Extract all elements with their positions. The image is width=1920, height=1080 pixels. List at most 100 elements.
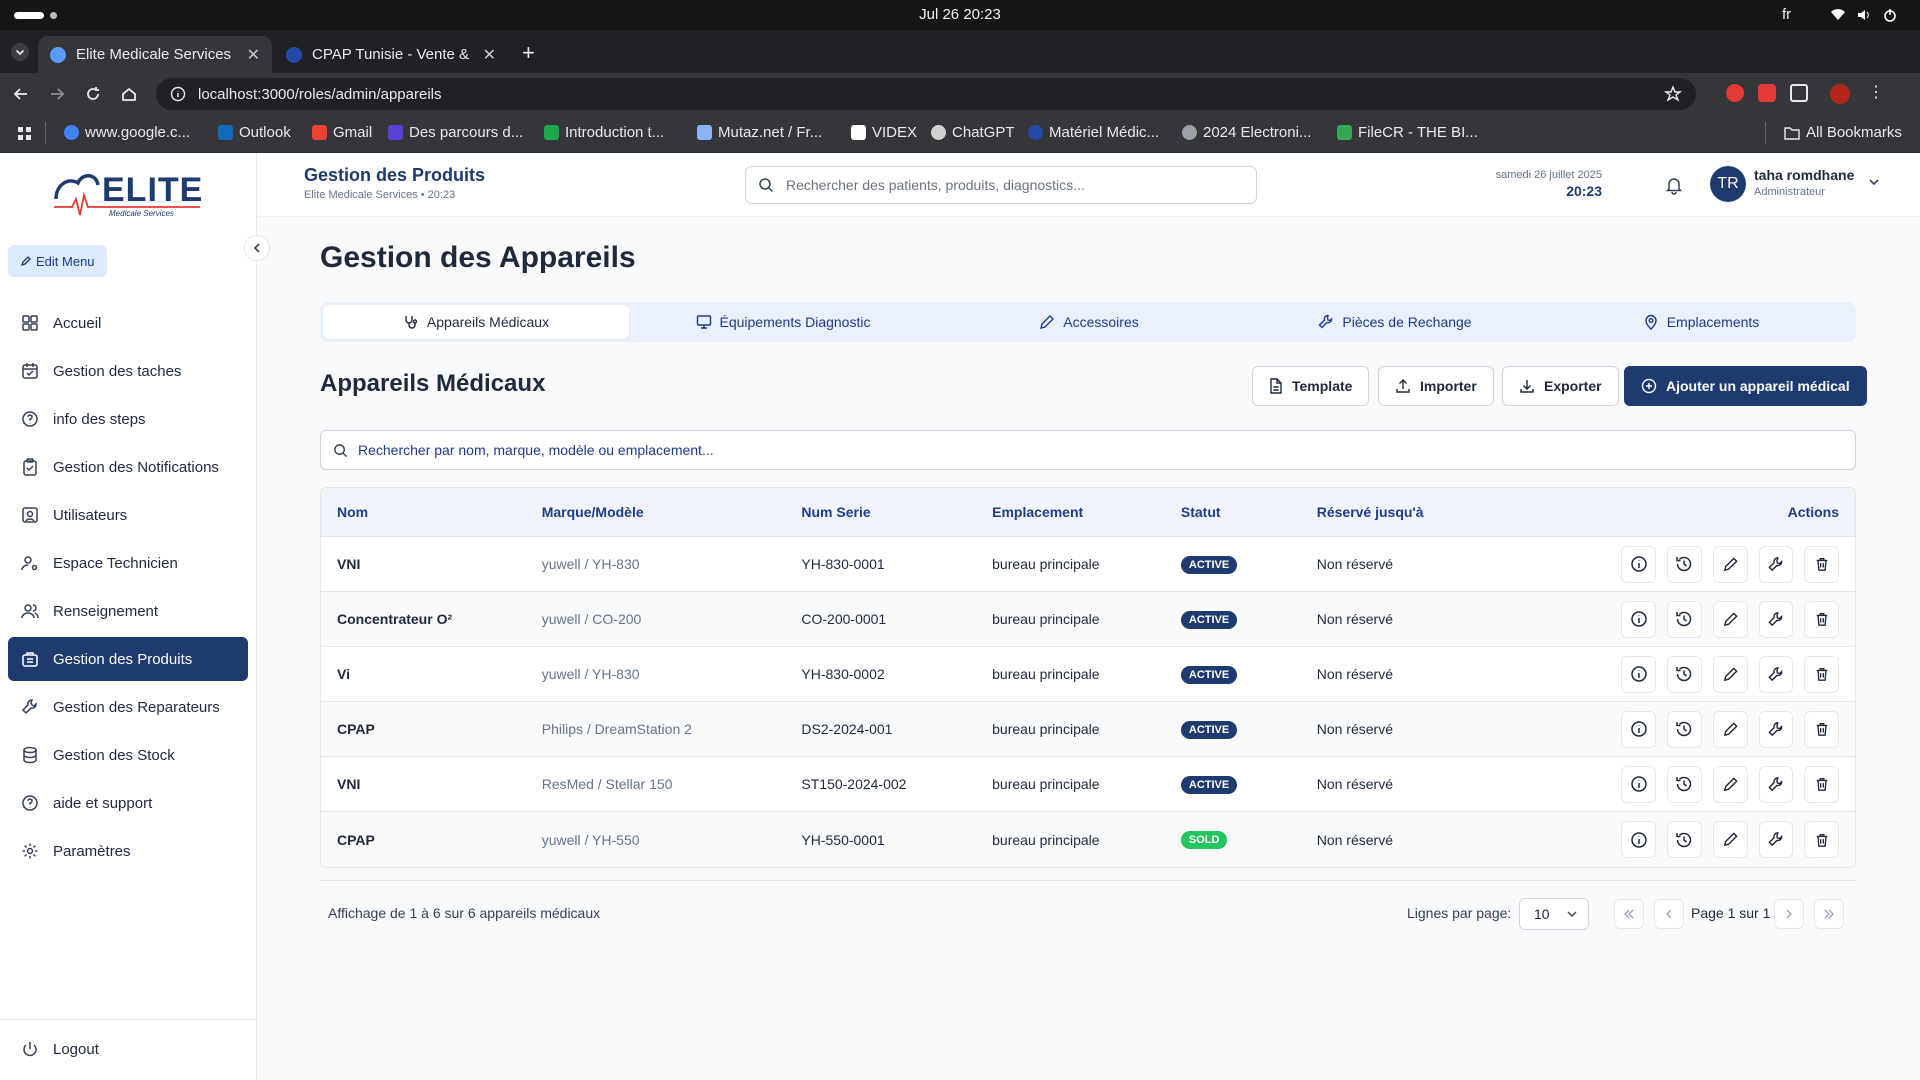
history-button[interactable] bbox=[1667, 600, 1702, 638]
add-device-button[interactable]: Ajouter un appareil médical bbox=[1624, 366, 1867, 406]
back-icon[interactable] bbox=[12, 85, 30, 103]
first-page-button[interactable] bbox=[1614, 899, 1644, 929]
tab-equipements-diagnostic[interactable]: Équipements Diagnostic bbox=[630, 305, 936, 339]
global-search-input[interactable]: Rechercher des patients, produits, diagn… bbox=[745, 166, 1257, 204]
bookmark-materiel[interactable]: Matériel Médic... bbox=[1028, 124, 1159, 141]
edit-button[interactable] bbox=[1712, 821, 1748, 858]
repair-button[interactable] bbox=[1758, 821, 1794, 858]
import-button[interactable]: Importer bbox=[1378, 366, 1494, 406]
delete-button[interactable] bbox=[1804, 600, 1839, 638]
bookmark-google[interactable]: www.google.c... bbox=[64, 124, 190, 141]
delete-button[interactable] bbox=[1804, 545, 1839, 583]
view-details-button[interactable] bbox=[1621, 765, 1657, 803]
repair-button[interactable] bbox=[1758, 655, 1794, 693]
table-row[interactable]: Concentrateur O² yuwell / CO-200 CO-200-00… bbox=[321, 592, 1855, 647]
view-details-button[interactable] bbox=[1621, 710, 1657, 748]
edit-menu-button[interactable]: Edit Menu bbox=[8, 245, 107, 277]
sidebar-item-aide[interactable]: aide et support bbox=[8, 781, 248, 825]
bookmark-chatgpt[interactable]: ChatGPT bbox=[931, 124, 1015, 141]
view-details-button[interactable] bbox=[1621, 821, 1657, 858]
history-button[interactable] bbox=[1667, 545, 1702, 583]
table-row[interactable]: CPAP Philips / DreamStation 2 DS2-2024-001… bbox=[321, 702, 1855, 757]
browser-menu-icon[interactable]: ⋮ bbox=[1868, 84, 1884, 104]
view-details-button[interactable] bbox=[1621, 545, 1657, 583]
sidebar-item-produits[interactable]: Gestion des Produits bbox=[8, 637, 248, 681]
sidebar-item-parametres[interactable]: Paramètres bbox=[8, 829, 248, 873]
last-page-button[interactable] bbox=[1814, 899, 1844, 929]
tab-pieces-rechange[interactable]: Pièces de Rechange bbox=[1242, 305, 1548, 339]
tab-search-icon[interactable] bbox=[11, 43, 29, 61]
delete-button[interactable] bbox=[1804, 765, 1839, 803]
next-page-button[interactable] bbox=[1774, 899, 1804, 929]
system-tray[interactable] bbox=[1830, 7, 1898, 23]
column-header[interactable]: Réservé jusqu'à bbox=[1301, 504, 1606, 520]
table-row[interactable]: VNI yuwell / YH-830 YH-830-0001 bureau prin… bbox=[321, 537, 1855, 592]
repair-button[interactable] bbox=[1758, 765, 1794, 803]
edit-button[interactable] bbox=[1712, 655, 1748, 693]
delete-button[interactable] bbox=[1804, 821, 1839, 858]
column-header[interactable]: Statut bbox=[1165, 504, 1301, 520]
browser-tab-elite[interactable]: Elite Medicale Services | ✕ bbox=[38, 36, 272, 73]
sidebar-item-technicien[interactable]: Espace Technicien bbox=[8, 541, 248, 585]
bookmark-parcours[interactable]: Des parcours d... bbox=[388, 124, 523, 141]
device-search-input[interactable]: Rechercher par nom, marque, modèle ou em… bbox=[320, 430, 1856, 470]
tab-emplacements[interactable]: Emplacements bbox=[1548, 305, 1854, 339]
close-tab-icon[interactable]: ✕ bbox=[247, 45, 260, 65]
extension-red-icon[interactable] bbox=[1726, 84, 1744, 102]
edit-button[interactable] bbox=[1712, 710, 1748, 748]
history-button[interactable] bbox=[1667, 821, 1702, 858]
bookmark-outlook[interactable]: Outlook bbox=[218, 124, 291, 141]
bell-icon[interactable] bbox=[1664, 175, 1684, 195]
bookmark-filecr[interactable]: FileCR - THE BI... bbox=[1337, 124, 1478, 141]
table-row[interactable]: VNI ResMed / Stellar 150 ST150-2024-002 bur… bbox=[321, 757, 1855, 812]
site-info-icon[interactable] bbox=[170, 86, 186, 102]
chevron-down-icon[interactable] bbox=[1867, 175, 1881, 189]
repair-button[interactable] bbox=[1758, 600, 1794, 638]
edit-button[interactable] bbox=[1712, 545, 1748, 583]
bookmark-electroni[interactable]: 2024 Electroni... bbox=[1182, 124, 1311, 141]
sidebar-item-renseignement[interactable]: Renseignement bbox=[8, 589, 248, 633]
column-header[interactable]: Num Serie bbox=[785, 504, 976, 520]
extension-ext-icon[interactable] bbox=[1758, 84, 1776, 102]
all-bookmarks[interactable]: All Bookmarks bbox=[1784, 124, 1902, 141]
tab-accessoires[interactable]: Accessoires bbox=[936, 305, 1242, 339]
history-button[interactable] bbox=[1667, 655, 1702, 693]
logout-button[interactable]: Logout bbox=[21, 1040, 99, 1058]
collapse-sidebar-button[interactable] bbox=[244, 235, 270, 261]
edit-button[interactable] bbox=[1712, 600, 1748, 638]
avatar[interactable]: TR bbox=[1710, 166, 1746, 202]
tab-appareils-medicaux[interactable]: Appareils Médicaux bbox=[323, 305, 629, 339]
repair-button[interactable] bbox=[1758, 545, 1794, 583]
view-details-button[interactable] bbox=[1621, 600, 1657, 638]
view-details-button[interactable] bbox=[1621, 655, 1657, 693]
table-row[interactable]: CPAP yuwell / YH-550 YH-550-0001 bureau pri… bbox=[321, 812, 1855, 867]
reload-icon[interactable] bbox=[84, 85, 102, 103]
column-header[interactable]: Marque/Modèle bbox=[526, 504, 786, 520]
delete-button[interactable] bbox=[1804, 710, 1839, 748]
bookmark-introduction[interactable]: Introduction t... bbox=[544, 124, 664, 141]
sidebar-item-stock[interactable]: Gestion des Stock bbox=[8, 733, 248, 777]
extensions-puzzle-icon[interactable] bbox=[1790, 84, 1808, 102]
sidebar-item-accueil[interactable]: Accueil bbox=[8, 301, 248, 345]
edit-button[interactable] bbox=[1712, 765, 1748, 803]
elite-logo[interactable]: ELITE Medicale Services bbox=[52, 169, 202, 225]
sidebar-item-utilisateurs[interactable]: Utilisateurs bbox=[8, 493, 248, 537]
export-button[interactable]: Exporter bbox=[1502, 366, 1619, 406]
sidebar-item-reparateurs[interactable]: Gestion des Reparateurs bbox=[8, 685, 248, 729]
sidebar-item-taches[interactable]: Gestion des taches bbox=[8, 349, 248, 393]
close-tab-icon[interactable]: ✕ bbox=[483, 45, 496, 65]
column-header[interactable]: Nom bbox=[321, 504, 526, 520]
browser-tab-cpap[interactable]: CPAP Tunisie - Vente & Lo ✕ bbox=[274, 36, 508, 73]
table-row[interactable]: Vi yuwell / YH-830 YH-830-0002 bureau princ… bbox=[321, 647, 1855, 702]
bookmark-mutaz[interactable]: Mutaz.net / Fr... bbox=[697, 124, 822, 141]
sidebar-item-notifications[interactable]: Gestion des Notifications bbox=[8, 445, 248, 489]
bookmark-star-icon[interactable] bbox=[1664, 85, 1682, 103]
bookmark-videx[interactable]: VIDEX bbox=[851, 124, 917, 141]
address-bar[interactable]: localhost:3000/roles/admin/appareils bbox=[156, 78, 1696, 110]
home-icon[interactable] bbox=[120, 85, 138, 103]
delete-button[interactable] bbox=[1804, 655, 1839, 693]
new-tab-plus-icon[interactable]: + bbox=[522, 40, 535, 66]
sidebar-item-steps[interactable]: info des steps bbox=[8, 397, 248, 441]
profile-icon[interactable] bbox=[1830, 84, 1850, 104]
template-button[interactable]: Template bbox=[1252, 366, 1370, 406]
